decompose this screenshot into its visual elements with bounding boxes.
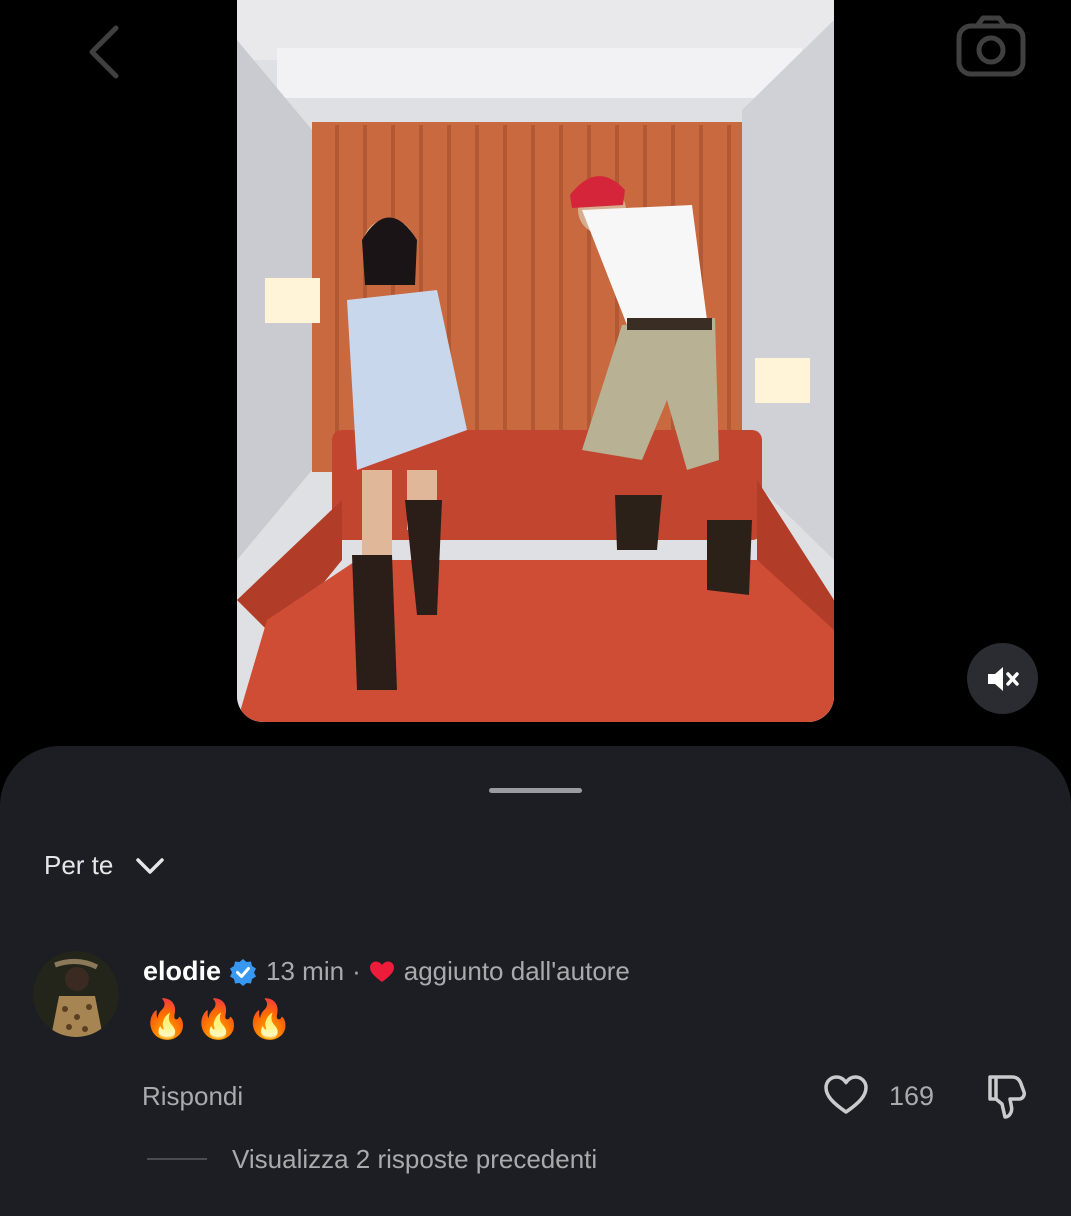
like-count: 169	[889, 1081, 935, 1111]
chevron-down-icon	[136, 857, 165, 874]
sort-label: Per te	[44, 850, 114, 880]
separator-dot: ·	[352, 956, 361, 986]
sort-selector[interactable]: Per te	[44, 850, 165, 881]
mute-button[interactable]	[967, 643, 1038, 714]
comment-header: elodie 13 min · aggiunto dall'autore	[143, 956, 630, 987]
photo-illustration	[237, 0, 834, 722]
author-liked-badge: aggiunto dall'autore	[403, 956, 630, 986]
avatar-image	[33, 951, 119, 1037]
camera-icon[interactable]	[955, 14, 1027, 78]
view-replies-link[interactable]: Visualizza 2 risposte precedenti	[232, 1144, 597, 1175]
chevron-left-icon[interactable]	[80, 22, 130, 82]
thumbs-down-icon[interactable]	[982, 1073, 1028, 1121]
post-media-photo[interactable]	[237, 0, 834, 722]
speaker-muted-icon	[987, 666, 1019, 691]
comment-time: 13 min	[266, 956, 345, 986]
verified-badge-icon	[230, 958, 257, 986]
replies-divider	[147, 1158, 207, 1160]
comment-text: 🔥🔥🔥	[143, 999, 297, 1041]
comment-username[interactable]: elodie	[143, 956, 221, 987]
reply-button[interactable]: Rispondi	[142, 1081, 243, 1112]
comments-sheet: Per te elodie 13 min · aggiunto dall'aut…	[0, 746, 1071, 1216]
heart-filled-icon	[369, 961, 394, 982]
sheet-drag-handle[interactable]	[489, 788, 582, 793]
avatar[interactable]	[33, 951, 119, 1037]
heart-outline-icon[interactable]	[823, 1073, 869, 1117]
